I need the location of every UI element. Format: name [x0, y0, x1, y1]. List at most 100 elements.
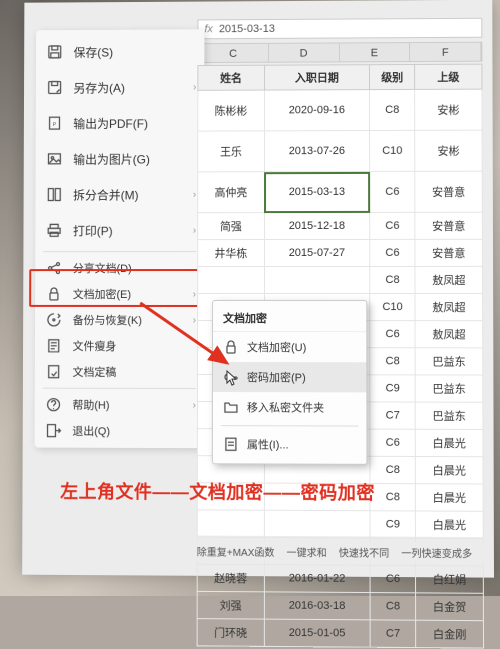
menu-item-print[interactable]: 打印(P)›: [35, 212, 204, 248]
formula-value: 2015-03-13: [219, 23, 275, 35]
menu-item-exportpdf[interactable]: P输出为PDF(F): [36, 105, 205, 141]
status-item[interactable]: 除重复+MAX函数: [197, 543, 275, 559]
menu-item-slim[interactable]: 文件瘦身: [35, 333, 204, 359]
cell[interactable]: C8: [370, 456, 416, 483]
cell[interactable]: C8: [370, 266, 416, 293]
table-row[interactable]: C9白晨光: [197, 510, 483, 539]
cell[interactable]: C6: [370, 171, 416, 212]
cell[interactable]: 王乐: [198, 131, 264, 172]
lock-icon: [45, 285, 63, 303]
cell[interactable]: 2015-07-27: [264, 239, 370, 266]
col-header[interactable]: D: [269, 43, 340, 61]
col-header[interactable]: C: [198, 44, 268, 62]
col-header[interactable]: E: [339, 43, 410, 61]
status-item[interactable]: 快速找不同: [339, 544, 389, 559]
cell[interactable]: C6: [370, 429, 416, 456]
menu-item-share[interactable]: 分享文档(D): [35, 255, 204, 281]
cell[interactable]: 2015-12-18: [264, 212, 370, 239]
table-row[interactable]: 简强2015-12-18C6安普意: [198, 212, 483, 239]
cell[interactable]: 门环晓: [197, 619, 264, 647]
menu-item-label: 帮助(H): [72, 397, 109, 413]
cell[interactable]: [264, 510, 370, 538]
cell[interactable]: 简强: [198, 213, 264, 240]
table-row[interactable]: 陈彬彬2020-09-16C8安彬: [198, 89, 482, 131]
cell[interactable]: 井华栋: [198, 240, 265, 267]
table-header[interactable]: 级别: [370, 64, 415, 89]
cell[interactable]: [197, 510, 264, 538]
cell[interactable]: 敖凤超: [415, 266, 482, 293]
cell[interactable]: C8: [370, 89, 415, 130]
table-row[interactable]: 王乐2013-07-26C10安彬: [198, 130, 482, 172]
table-header[interactable]: 姓名: [198, 65, 264, 90]
cell[interactable]: 安彬: [415, 89, 482, 130]
cell[interactable]: C9: [370, 375, 416, 402]
cell[interactable]: 安彬: [415, 130, 482, 171]
cell[interactable]: C8: [370, 484, 416, 511]
chevron-right-icon: ›: [193, 189, 196, 200]
cell[interactable]: 白金贺: [416, 593, 484, 621]
cell[interactable]: 2013-07-26: [264, 130, 369, 171]
cell[interactable]: 白晨光: [416, 429, 483, 456]
table-header[interactable]: 上级: [415, 64, 482, 89]
cell[interactable]: 白晨光: [416, 484, 483, 512]
table-row[interactable]: 门环晓2015-01-05C7白金刚: [197, 619, 483, 648]
menu-item-encrypt[interactable]: 文档加密(E)›: [35, 281, 204, 307]
cell[interactable]: 2015-03-13: [264, 171, 370, 212]
cell[interactable]: C10: [370, 294, 416, 321]
cell[interactable]: 巴益东: [415, 348, 482, 375]
mouse-cursor-icon: [226, 370, 238, 386]
cell[interactable]: C8: [370, 348, 416, 375]
cell[interactable]: 白晨光: [416, 511, 484, 539]
menu-item-label: 保存(S): [74, 43, 114, 60]
cell[interactable]: 陈彬彬: [198, 90, 264, 131]
props-icon: [223, 436, 239, 452]
cell[interactable]: 白晨光: [416, 456, 483, 484]
table-header[interactable]: 入职日期: [264, 65, 369, 90]
cell[interactable]: 白红娟: [416, 566, 484, 594]
cell[interactable]: 赵晓蓉: [197, 564, 264, 592]
cell[interactable]: 安普意: [415, 171, 482, 212]
menu-item-splitmerge[interactable]: 拆分合并(M)›: [35, 176, 204, 212]
cell[interactable]: 巴益东: [416, 402, 483, 429]
cell[interactable]: C6: [370, 565, 416, 593]
menu-item-locate[interactable]: 文档定稿: [35, 359, 204, 385]
menu-item-exit[interactable]: 退出(Q): [35, 418, 204, 445]
status-item[interactable]: 一键求和: [287, 544, 327, 559]
cell[interactable]: 2016-01-22: [264, 565, 370, 593]
table-row[interactable]: 高仲亮2015-03-13C6安普意: [198, 171, 483, 213]
col-header[interactable]: F: [410, 43, 481, 61]
cell[interactable]: 巴益东: [415, 375, 482, 402]
cell[interactable]: [198, 267, 265, 294]
cell[interactable]: 2016-03-18: [264, 592, 370, 620]
cell[interactable]: 高仲亮: [198, 172, 264, 213]
cell[interactable]: 敖凤超: [415, 294, 482, 321]
cell[interactable]: 安普意: [415, 239, 482, 266]
formula-bar[interactable]: fx 2015-03-13: [197, 18, 482, 39]
cell[interactable]: C6: [370, 321, 416, 348]
submenu-item-properties[interactable]: 属性(I)...: [213, 429, 367, 460]
table-row[interactable]: C8敖凤超: [198, 266, 483, 293]
cell[interactable]: C6: [370, 212, 416, 239]
cell[interactable]: C10: [370, 130, 416, 171]
menu-item-save[interactable]: 保存(S): [36, 33, 204, 70]
cell[interactable]: C7: [370, 402, 416, 429]
submenu-item-mv-private[interactable]: 移入私密文件夹: [213, 392, 366, 423]
cell[interactable]: 2020-09-16: [264, 90, 369, 131]
cell[interactable]: C7: [370, 620, 416, 648]
cell[interactable]: 2015-01-05: [264, 619, 370, 647]
cell[interactable]: C6: [370, 239, 416, 266]
cell[interactable]: 白金刚: [416, 620, 484, 648]
cell[interactable]: 安普意: [415, 212, 482, 239]
table-row[interactable]: 赵晓蓉2016-01-22C6白红娟: [197, 564, 483, 593]
table-row[interactable]: 井华栋2015-07-27C6安普意: [198, 239, 483, 266]
cell[interactable]: C9: [370, 511, 416, 538]
menu-item-saveas[interactable]: 另存为(A)›: [36, 69, 205, 105]
submenu-item-doc-encrypt[interactable]: 文档加密(U): [213, 332, 366, 362]
cell[interactable]: 敖凤超: [415, 321, 482, 348]
menu-item-exportimg[interactable]: 输出为图片(G): [36, 141, 205, 177]
menu-item-backup[interactable]: 备份与恢复(K)›: [35, 307, 204, 333]
cell[interactable]: C8: [370, 593, 416, 621]
cell[interactable]: [264, 266, 370, 293]
menu-item-help[interactable]: 帮助(H)›: [35, 392, 204, 418]
status-item[interactable]: 一列快速变成多: [401, 544, 472, 560]
